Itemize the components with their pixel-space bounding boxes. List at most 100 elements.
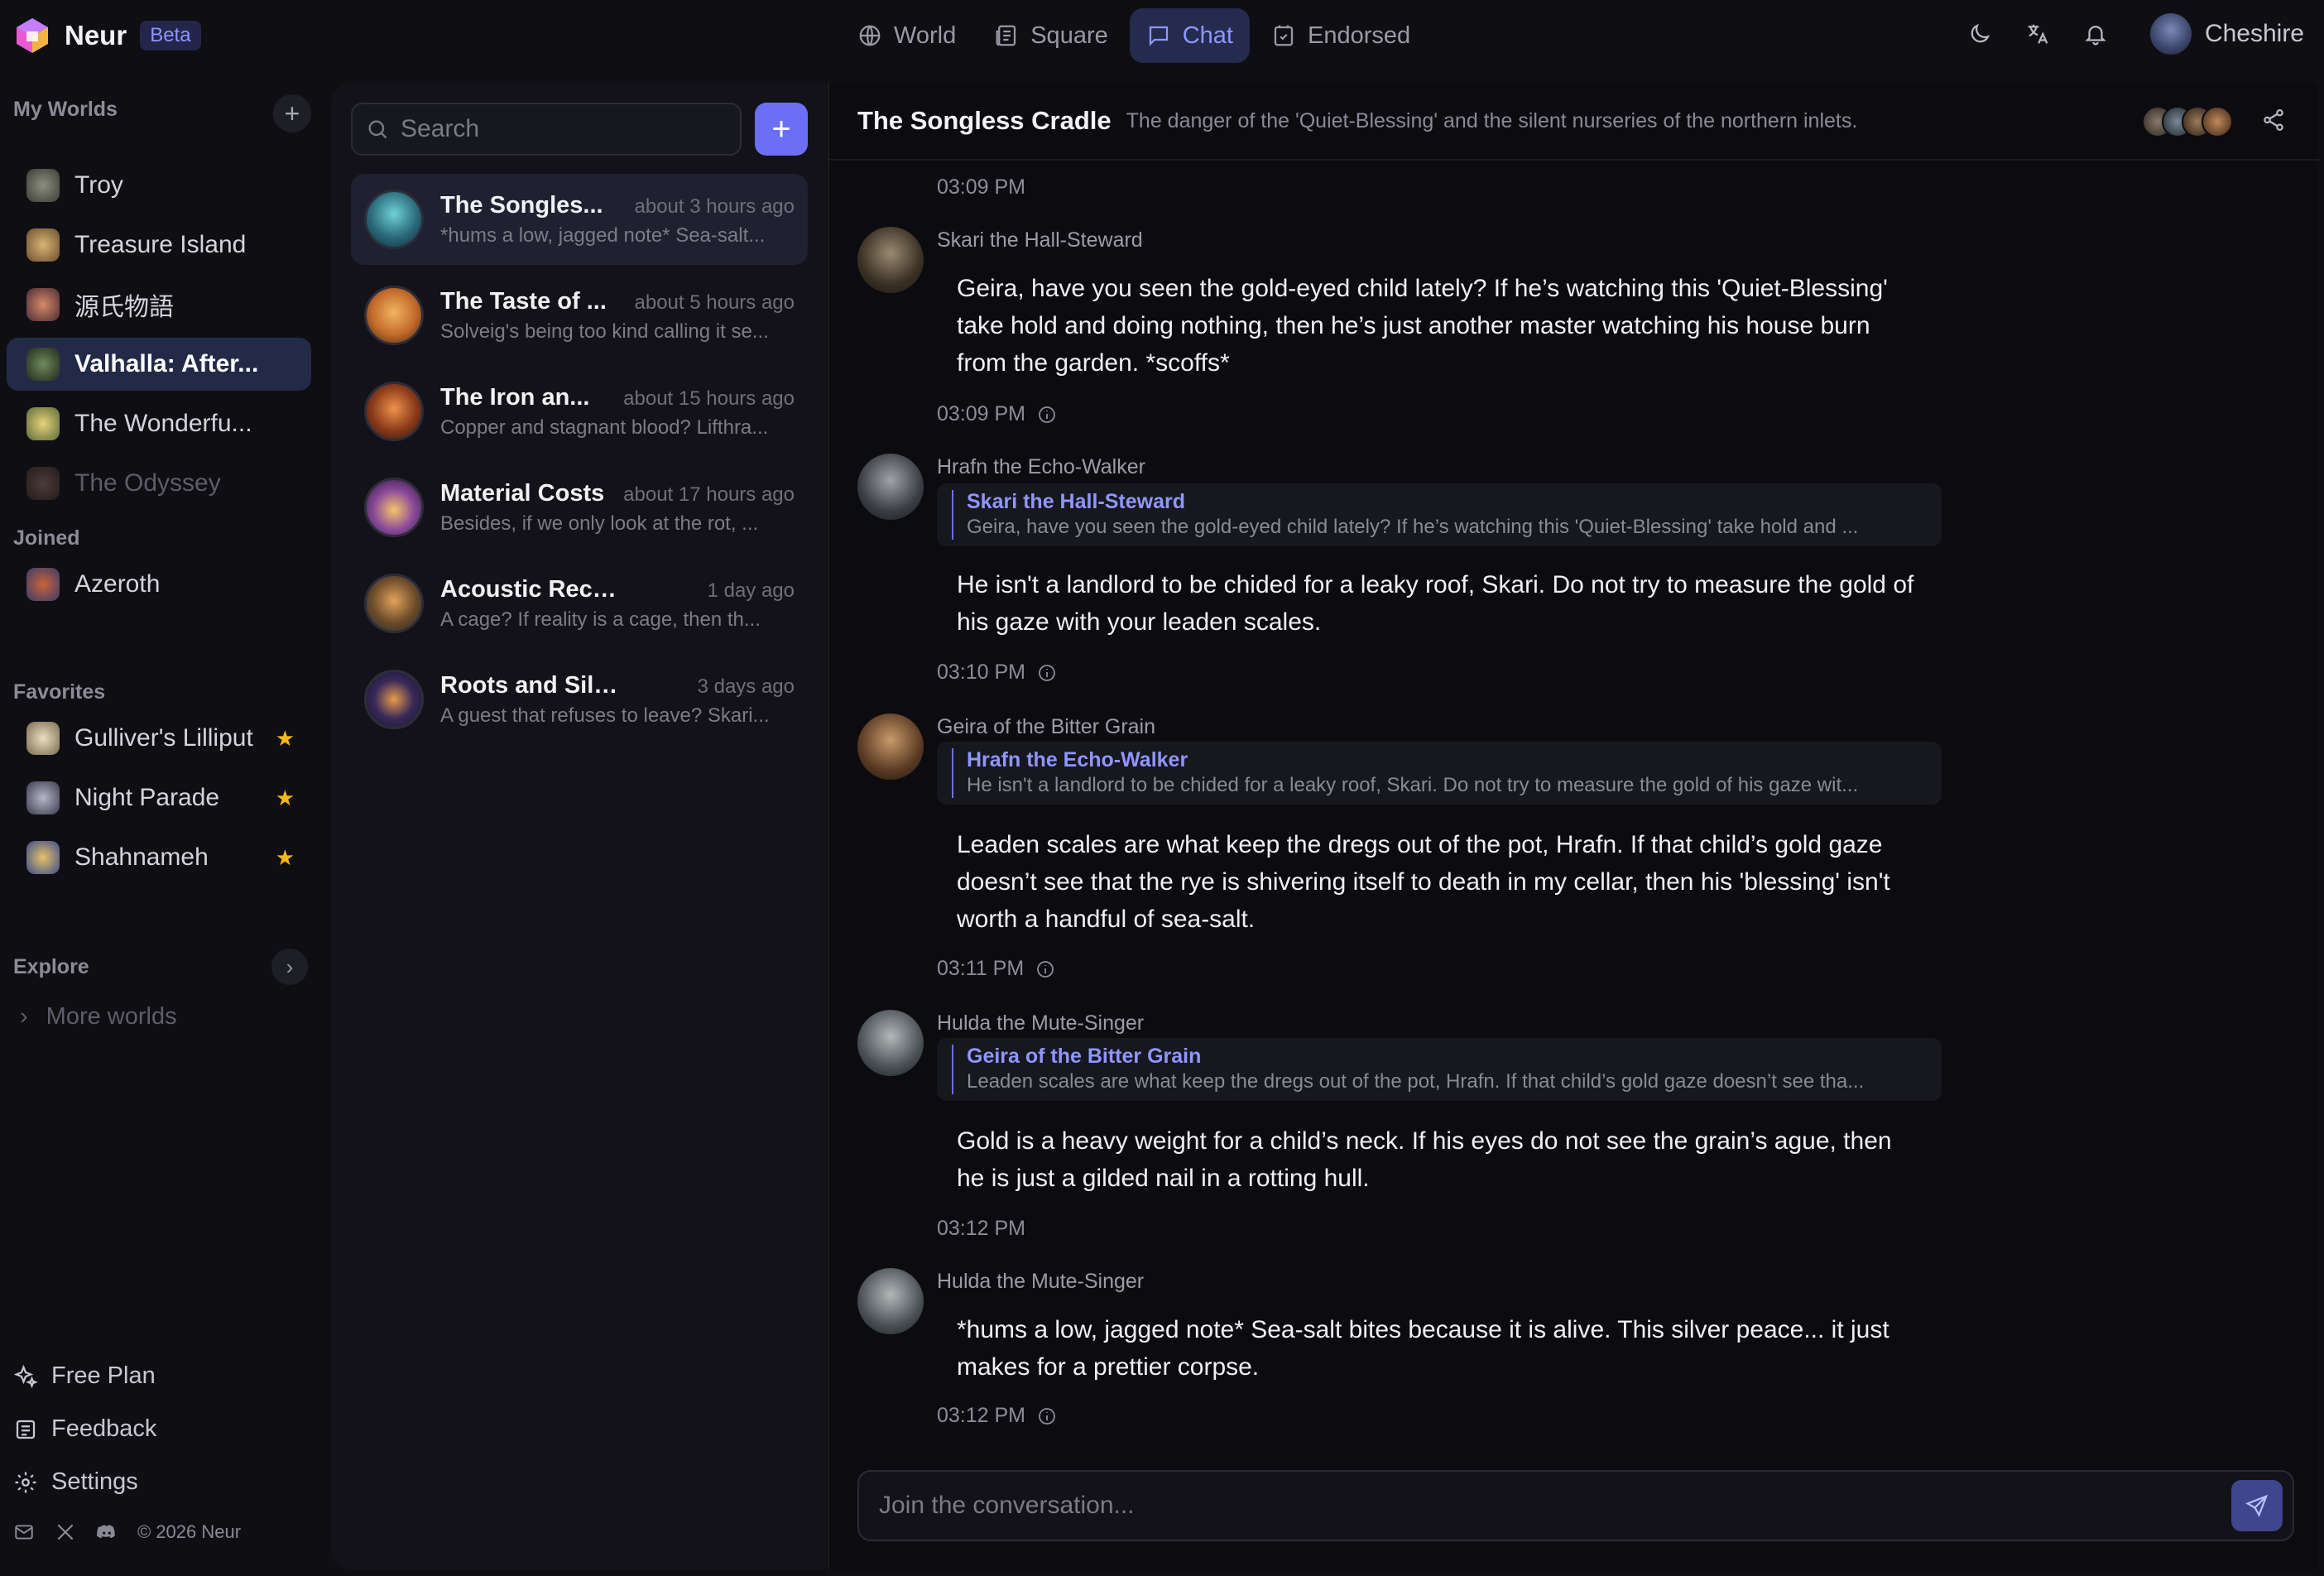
beta-badge: Beta (140, 21, 201, 50)
avatar (2149, 13, 2192, 55)
bookmark-check-icon (1274, 25, 1294, 46)
x-icon[interactable] (55, 1521, 76, 1543)
tab-chat[interactable]: Chat (1129, 8, 1250, 63)
more-worlds-link[interactable]: › More worlds (20, 1003, 177, 1031)
my-worlds-title: My Worlds (13, 98, 118, 121)
conversation-header: The Songless Cradle The danger of the 'Q… (829, 83, 2319, 161)
sidebar-item-label: Troy (74, 171, 123, 199)
top-right-actions: Cheshire (1963, 13, 2304, 55)
message-input[interactable]: Join the conversation... (857, 1470, 2294, 1541)
add-world-button[interactable]: + (273, 94, 311, 132)
brand[interactable]: Neur Beta (13, 17, 201, 55)
tab-square[interactable]: Square (977, 8, 1125, 63)
info-icon[interactable] (1035, 959, 1055, 979)
chevron-right-icon: › (20, 1003, 28, 1030)
translate-button[interactable] (2021, 17, 2054, 50)
feedback-icon (16, 1420, 36, 1439)
sidebar-item-label: Treasure Island (74, 231, 247, 258)
sidebar-item-odyssey[interactable]: The Odyssey (7, 457, 311, 510)
message-text: Gold is a heavy weight for a child’s nec… (957, 1127, 1892, 1192)
feedback-link[interactable]: Feedback (13, 1415, 156, 1443)
newspaper-icon (996, 25, 1016, 46)
sidebar-item-label: Gulliver's Lilliput (74, 724, 253, 752)
message-text: Leaden scales are what keep the dregs ou… (957, 831, 1890, 933)
share-button[interactable] (2261, 108, 2286, 137)
tab-world[interactable]: World (841, 8, 972, 63)
theme-toggle-button[interactable] (1963, 17, 1996, 50)
reply-quote[interactable]: Hrafn the Echo-Walker He isn't a landlor… (937, 742, 1942, 805)
new-chat-button[interactable]: + (755, 103, 808, 156)
neur-logo-icon (17, 18, 48, 53)
world-avatar (26, 407, 60, 440)
participant-avatars[interactable] (2142, 106, 2233, 137)
chat-list-item[interactable]: Material Costs about 17 hours ago Besides… (351, 462, 808, 553)
social-links: © 2026 Neur (13, 1521, 241, 1543)
discord-icon[interactable] (96, 1521, 118, 1543)
avatar (364, 286, 424, 345)
sidebar-item-label: Night Parade (74, 784, 220, 811)
tab-endorsed[interactable]: Endorsed (1255, 8, 1427, 63)
sidebar-item-wonderful[interactable]: The Wonderfu... (7, 397, 311, 450)
chat-time: about 5 hours ago (634, 291, 795, 314)
notifications-button[interactable] (2079, 17, 2112, 50)
search-input[interactable]: Search (351, 103, 742, 156)
star-icon[interactable]: ★ (276, 845, 295, 871)
chat-title: Acoustic Records (440, 575, 631, 603)
chat-list-item[interactable]: The Iron an... about 15 hours ago Copper … (351, 366, 808, 457)
world-avatar (26, 228, 60, 262)
sidebar-item-label: Azeroth (74, 570, 161, 598)
info-icon[interactable] (1037, 405, 1057, 425)
world-avatar (26, 288, 60, 321)
chat-list-item[interactable]: The Songles... about 3 hours ago *hums a … (351, 174, 808, 265)
user-name: Cheshire (2204, 20, 2304, 47)
chat-list-panel: Search + The Songles... about 3 hours ago… (331, 83, 826, 1569)
message-meta: 03:09 PM (937, 402, 1057, 426)
settings-label: Settings (51, 1468, 138, 1495)
sidebar-item-troy[interactable]: Troy (7, 159, 311, 212)
chat-list-item[interactable]: Roots and Silence 3 days ago A guest that… (351, 654, 808, 745)
more-worlds-label: More worlds (46, 1003, 177, 1030)
sidebar-item-genji[interactable]: 源氏物語 (7, 278, 311, 331)
star-icon[interactable]: ★ (276, 786, 295, 811)
reply-quote[interactable]: Skari the Hall-Steward Geira, have you s… (937, 483, 1942, 546)
star-icon[interactable]: ★ (276, 726, 295, 752)
user-menu[interactable]: Cheshire (2149, 13, 2304, 55)
sidebar-item-night-parade[interactable]: Night Parade ★ (7, 771, 311, 824)
message-author: Hrafn the Echo-Walker (937, 455, 1145, 478)
sidebar: My Worlds + Troy Treasure Island 源氏物語 Va… (0, 83, 318, 1576)
conversation-description: The danger of the 'Quiet-Blessing' and t… (1126, 108, 1858, 132)
settings-link[interactable]: Settings (13, 1468, 138, 1496)
sidebar-item-treasure-island[interactable]: Treasure Island (7, 219, 311, 271)
message-meta: 03:11 PM (937, 957, 1055, 981)
chat-title: The Songles... (440, 191, 603, 219)
info-icon[interactable] (1037, 663, 1057, 683)
gear-icon (15, 1472, 36, 1492)
chevron-right-icon: › (286, 954, 294, 979)
sidebar-item-azeroth[interactable]: Azeroth (7, 558, 311, 611)
mail-icon[interactable] (13, 1521, 35, 1543)
avatar (857, 227, 924, 293)
message-time: 03:12 PM (937, 1404, 1026, 1427)
send-button[interactable] (2231, 1480, 2283, 1531)
chat-preview: A cage? If reality is a cage, then th... (440, 608, 761, 631)
info-icon[interactable] (1037, 1406, 1057, 1426)
sidebar-item-lilliput[interactable]: Gulliver's Lilliput ★ (7, 712, 311, 765)
reply-text: Leaden scales are what keep the dregs ou… (967, 1070, 1865, 1093)
avatar (2202, 106, 2233, 137)
sparkles-icon (13, 1364, 38, 1388)
chat-list-item[interactable]: Acoustic Records 1 day ago A cage? If rea… (351, 558, 808, 649)
explore-button[interactable]: › (271, 949, 308, 985)
sidebar-item-shahnameh[interactable]: Shahnameh ★ (7, 831, 311, 884)
chat-time: about 15 hours ago (623, 387, 795, 410)
reply-author: Geira of the Bitter Grain (967, 1045, 1202, 1068)
avatar (857, 454, 924, 520)
sidebar-item-label: The Odyssey (74, 469, 221, 497)
reply-text: Geira, have you seen the gold-eyed child… (967, 516, 1859, 538)
world-avatar (26, 467, 60, 500)
chat-time: 3 days ago (697, 675, 795, 698)
free-plan-link[interactable]: Free Plan (13, 1362, 156, 1390)
chat-list-item[interactable]: The Taste of ... about 5 hours ago Solvei… (351, 270, 808, 361)
sidebar-item-valhalla[interactable]: Valhalla: After... (7, 338, 311, 391)
reply-quote[interactable]: Geira of the Bitter Grain Leaden scales … (937, 1038, 1942, 1101)
conversation-title: The Songless Cradle (857, 106, 1112, 135)
